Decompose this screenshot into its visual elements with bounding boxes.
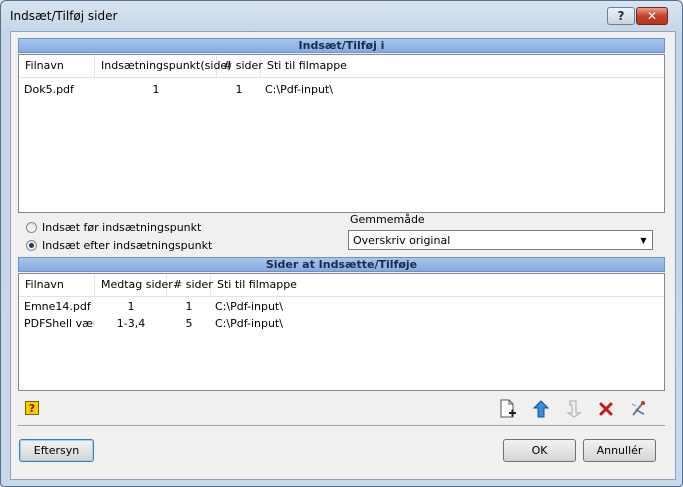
help-icon[interactable]: ?: [25, 401, 39, 415]
close-icon: ✕: [646, 9, 658, 23]
pages-list-header: Filnavn Medtag sider # sider Sti til fil…: [19, 274, 664, 297]
insert-list-header: Filnavn Indsætningspunkt(side) # sider S…: [19, 55, 664, 78]
cell-folder-path: C:\Pdf-input\: [215, 300, 283, 313]
save-mode-label: Gemmemåde: [350, 213, 425, 226]
cell-include-pages: 1-3,4: [116, 317, 146, 330]
cell-include-pages: 1: [127, 300, 135, 313]
table-row[interactable]: PDFShell vær 1-3,4 5 C:\Pdf-input\: [19, 315, 664, 332]
add-page-icon[interactable]: [498, 399, 518, 419]
chevron-down-icon[interactable]: ▼: [635, 231, 652, 249]
cancel-button[interactable]: Annullér: [583, 439, 656, 462]
title-bar: Indsæt/Tilføj sider ? ✕: [1, 1, 682, 31]
col-folder-path[interactable]: Sti til filmappe: [261, 55, 371, 77]
col-page-count[interactable]: # sider: [167, 274, 213, 296]
table-row[interactable]: Dok5.pdf 1 1 C:\Pdf-input\: [19, 81, 664, 98]
radio-before-label: Indsæt før indsætningspunkt: [42, 221, 202, 234]
insert-target-list[interactable]: Filnavn Indsætningspunkt(side) # sider S…: [18, 54, 665, 213]
col-filename[interactable]: Filnavn: [19, 55, 95, 77]
col-insert-point[interactable]: Indsætningspunkt(side): [95, 55, 232, 77]
cell-filename: PDFShell vær: [24, 317, 94, 330]
radio-insert-before[interactable]: Indsæt før indsætningspunkt: [26, 221, 201, 234]
preview-button[interactable]: Eftersyn: [19, 439, 94, 462]
cell-folder-path: C:\Pdf-input\: [265, 83, 333, 96]
cell-filename: Emne14.pdf: [24, 300, 91, 313]
radio-insert-after[interactable]: Indsæt efter indsætningspunkt: [26, 239, 212, 252]
pages-group-header: Sider at Indsætte/Tilføje: [18, 257, 665, 272]
ok-button[interactable]: OK: [503, 439, 576, 462]
window-title: Indsæt/Tilføj sider: [10, 9, 118, 23]
dialog-client: Indsæt/Tilføj i Filnavn Indsætningspunkt…: [10, 31, 676, 480]
save-mode-select[interactable]: Overskriv original ▼: [348, 230, 653, 250]
delete-icon[interactable]: [596, 399, 616, 419]
cell-insert-point: 1: [152, 83, 160, 96]
cell-page-count: 5: [185, 317, 193, 330]
col-folder-path[interactable]: Sti til filmappe: [211, 274, 321, 296]
cell-page-count: 1: [185, 300, 193, 313]
help-glyph: ?: [617, 9, 625, 23]
radio-after-circle[interactable]: [26, 240, 37, 251]
dialog-window: Indsæt/Tilføj sider ? ✕ Indsæt/Tilføj i …: [0, 0, 683, 487]
radio-after-label: Indsæt efter indsætningspunkt: [42, 239, 213, 252]
move-down-icon: [564, 399, 584, 419]
close-button[interactable]: ✕: [636, 7, 668, 25]
move-up-icon[interactable]: [531, 399, 551, 419]
col-filename[interactable]: Filnavn: [19, 274, 95, 296]
cell-filename: Dok5.pdf: [24, 83, 74, 96]
cell-page-count: 1: [235, 83, 243, 96]
save-mode-value: Overskriv original: [353, 234, 451, 247]
insert-group-header: Indsæt/Tilføj i: [18, 38, 665, 53]
radio-before-circle[interactable]: [26, 222, 37, 233]
footer-divider: [18, 425, 665, 426]
col-page-count[interactable]: # sider: [217, 55, 263, 77]
col-include-pages[interactable]: Medtag sider: [95, 274, 173, 296]
pages-list[interactable]: Filnavn Medtag sider # sider Sti til fil…: [18, 273, 665, 391]
table-row[interactable]: Emne14.pdf 1 1 C:\Pdf-input\: [19, 298, 664, 315]
edit-icon[interactable]: [629, 399, 649, 419]
help-button[interactable]: ?: [607, 7, 635, 25]
cell-folder-path: C:\Pdf-input\: [215, 317, 283, 330]
